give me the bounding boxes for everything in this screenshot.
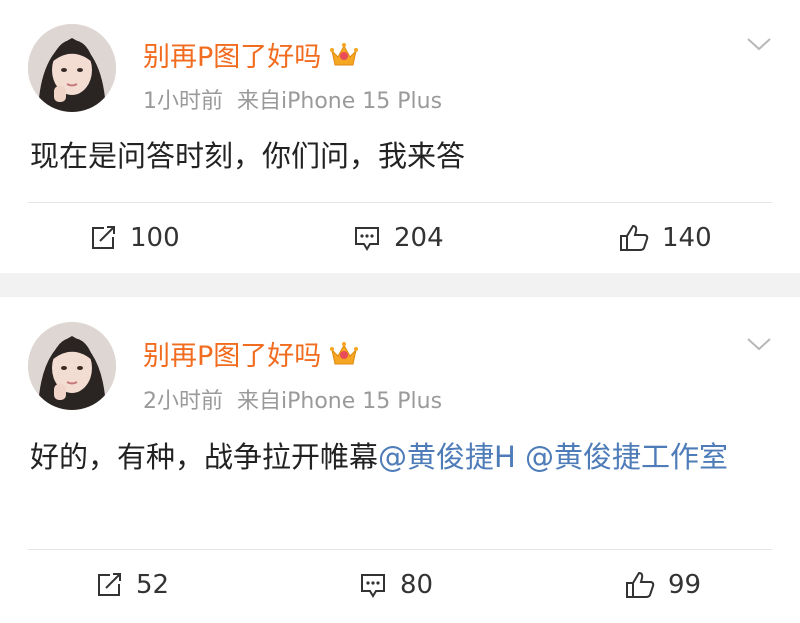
post-text-space <box>516 440 525 474</box>
post-time: 1小时前 <box>143 89 223 114</box>
comment-count: 80 <box>400 570 434 600</box>
post-content: 现在是问答时刻，你们问，我来答 <box>30 130 760 182</box>
like-button[interactable]: 140 <box>618 218 712 258</box>
action-bar: 100 204 140 <box>0 218 800 258</box>
post-separator <box>0 273 800 297</box>
avatar[interactable] <box>28 24 116 112</box>
comment-button[interactable]: 204 <box>352 218 444 258</box>
username[interactable]: 别再P图了好吗 <box>143 334 359 373</box>
post-content: 好的，有种，战争拉开帷幕@黄俊捷H @黄俊捷工作室 <box>30 431 760 483</box>
repost-count: 100 <box>130 223 180 253</box>
post-meta: 2小时前 来自iPhone 15 Plus <box>143 383 442 415</box>
weibo-post: 别再P图了好吗 1小时前 来自iPhone 15 Plus 现在是问答时刻，你们问… <box>0 0 800 273</box>
post-meta: 1小时前 来自iPhone 15 Plus <box>143 83 442 115</box>
mention-link[interactable]: @黄俊捷工作室 <box>525 440 728 474</box>
repost-button[interactable]: 100 <box>88 218 180 258</box>
comment-button[interactable]: 80 <box>358 565 433 605</box>
chevron-down-icon[interactable] <box>746 336 772 352</box>
weibo-post: 别再P图了好吗 2小时前 来自iPhone 15 Plus 好的，有种，战争拉开帷… <box>0 297 800 623</box>
like-count: 140 <box>662 223 712 253</box>
mention-link[interactable]: @黄俊捷H <box>378 440 516 474</box>
post-source: 来自iPhone 15 Plus <box>237 89 443 114</box>
post-text: 现在是问答时刻，你们问，我来答 <box>30 139 466 173</box>
vip-crown-icon <box>330 42 359 65</box>
repost-icon <box>92 226 115 249</box>
divider <box>28 549 772 550</box>
chevron-down-icon[interactable] <box>746 36 772 52</box>
like-icon <box>620 224 649 251</box>
comment-icon <box>355 227 379 251</box>
post-source: 来自iPhone 15 Plus <box>237 389 443 414</box>
like-icon <box>626 571 655 598</box>
avatar-image <box>28 24 116 112</box>
comment-icon <box>361 574 385 598</box>
username-text: 别再P图了好吗 <box>143 341 322 372</box>
username-text: 别再P图了好吗 <box>143 42 322 73</box>
repost-count: 52 <box>136 570 170 600</box>
username[interactable]: 别再P图了好吗 <box>143 35 359 74</box>
comment-count: 204 <box>394 223 444 253</box>
post-time: 2小时前 <box>143 389 223 414</box>
like-count: 99 <box>668 570 702 600</box>
like-button[interactable]: 99 <box>624 565 701 605</box>
repost-icon <box>98 573 121 596</box>
divider <box>28 202 772 203</box>
repost-button[interactable]: 52 <box>94 565 169 605</box>
avatar-image <box>28 322 116 410</box>
avatar[interactable] <box>28 322 116 410</box>
vip-crown-icon <box>330 341 359 364</box>
post-text: 好的，有种，战争拉开帷幕 <box>30 440 379 474</box>
action-bar: 52 80 99 <box>0 565 800 605</box>
